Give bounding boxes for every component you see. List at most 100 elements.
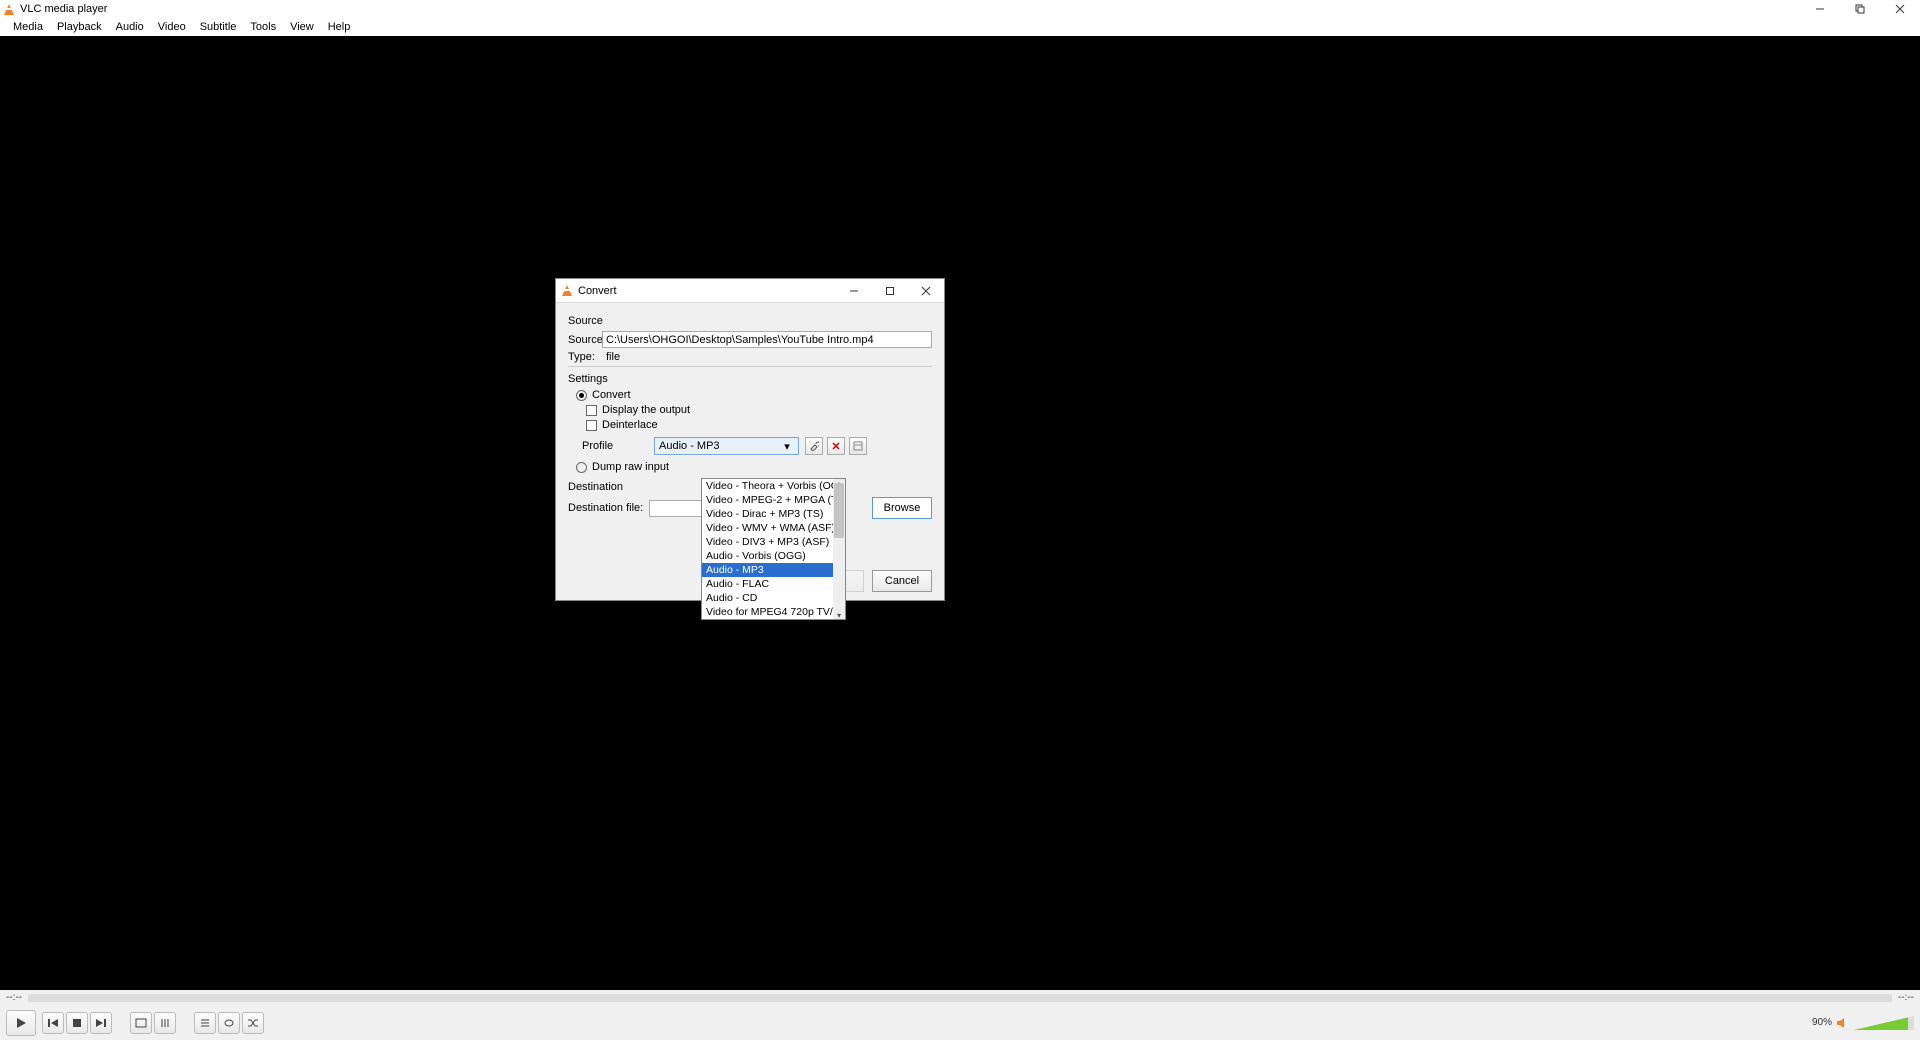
dialog-minimize-button[interactable] bbox=[836, 279, 872, 303]
dialog-window-controls bbox=[836, 279, 944, 303]
new-profile-button[interactable] bbox=[849, 437, 867, 455]
dropdown-scrollbar[interactable]: ▴ ▾ bbox=[833, 479, 845, 619]
seek-slider[interactable] bbox=[28, 994, 1892, 1002]
profile-option[interactable]: Video for MPEG4 720p TV/device bbox=[702, 605, 833, 619]
profile-selected-value: Audio - MP3 bbox=[659, 440, 720, 452]
volume-slider[interactable] bbox=[1854, 1016, 1914, 1030]
fullscreen-button[interactable] bbox=[130, 1012, 152, 1034]
extended-settings-button[interactable] bbox=[154, 1012, 176, 1034]
menu-subtitle[interactable]: Subtitle bbox=[193, 21, 244, 33]
source-label: Source: bbox=[568, 334, 602, 346]
stop-icon bbox=[72, 1018, 82, 1028]
profile-option[interactable]: Video - MPEG-2 + MPGA (TS) bbox=[702, 493, 833, 507]
playlist-icon bbox=[199, 1018, 211, 1028]
menu-playback[interactable]: Playback bbox=[50, 21, 109, 33]
chevron-down-icon: ▾ bbox=[780, 440, 794, 453]
convert-radio[interactable]: Convert bbox=[576, 389, 932, 401]
dialog-title: Convert bbox=[578, 285, 617, 297]
settings-section-label: Settings bbox=[568, 373, 932, 385]
dump-raw-radio[interactable]: Dump raw input bbox=[576, 461, 932, 473]
dialog-titlebar[interactable]: Convert bbox=[556, 279, 944, 303]
seek-row: --:-- --:-- bbox=[0, 990, 1920, 1005]
delete-profile-button[interactable]: ✕ bbox=[827, 437, 845, 455]
play-icon bbox=[15, 1017, 27, 1029]
main-window-controls bbox=[1800, 0, 1920, 18]
play-button[interactable] bbox=[6, 1010, 36, 1036]
radio-icon bbox=[576, 390, 587, 401]
radio-icon bbox=[576, 462, 587, 473]
profile-option[interactable]: Audio - Vorbis (OGG) bbox=[702, 549, 833, 563]
shuffle-button[interactable] bbox=[242, 1012, 264, 1034]
loop-icon bbox=[223, 1018, 235, 1028]
loop-button[interactable] bbox=[218, 1012, 240, 1034]
checkbox-icon bbox=[586, 405, 597, 416]
profile-option[interactable]: Audio - FLAC bbox=[702, 577, 833, 591]
browse-button[interactable]: Browse bbox=[872, 497, 932, 519]
vlc-cone-icon bbox=[562, 285, 574, 297]
player-controls: --:-- --:-- bbox=[0, 990, 1920, 1040]
speaker-icon[interactable] bbox=[1836, 1017, 1850, 1029]
menu-tools[interactable]: Tools bbox=[243, 21, 283, 33]
fullscreen-icon bbox=[135, 1018, 147, 1028]
profile-option[interactable]: Audio - CD bbox=[702, 591, 833, 605]
menu-view[interactable]: View bbox=[283, 21, 321, 33]
app-title: VLC media player bbox=[20, 3, 107, 15]
profile-option[interactable]: Video - Theora + Vorbis (OGG) bbox=[702, 479, 833, 493]
maximize-button[interactable] bbox=[1840, 0, 1880, 18]
profile-icon-buttons: ✕ bbox=[805, 437, 867, 455]
divider bbox=[568, 366, 932, 367]
shuffle-icon bbox=[247, 1018, 259, 1028]
previous-button[interactable] bbox=[42, 1012, 64, 1034]
destination-file-label: Destination file: bbox=[568, 502, 643, 514]
source-section-label: Source bbox=[568, 315, 932, 327]
close-button[interactable] bbox=[1880, 0, 1920, 18]
profile-option[interactable]: Video - Dirac + MP3 (TS) bbox=[702, 507, 833, 521]
checkbox-icon bbox=[586, 420, 597, 431]
display-output-label: Display the output bbox=[602, 404, 690, 416]
convert-dialog: Convert Source Source: Type: bbox=[555, 278, 945, 601]
volume-area: 90% bbox=[1812, 1016, 1914, 1030]
menu-audio[interactable]: Audio bbox=[109, 21, 151, 33]
menu-media[interactable]: Media bbox=[6, 21, 50, 33]
wrench-icon bbox=[809, 441, 819, 451]
cancel-button[interactable]: Cancel bbox=[872, 570, 932, 592]
new-icon bbox=[853, 441, 863, 451]
dump-raw-label: Dump raw input bbox=[592, 461, 669, 473]
convert-radio-label: Convert bbox=[592, 389, 631, 401]
x-icon: ✕ bbox=[831, 440, 840, 453]
dialog-maximize-button[interactable] bbox=[872, 279, 908, 303]
main-titlebar: VLC media player bbox=[0, 0, 1920, 18]
deinterlace-checkbox[interactable]: Deinterlace bbox=[586, 419, 932, 431]
previous-icon bbox=[47, 1018, 59, 1028]
playlist-button[interactable] bbox=[194, 1012, 216, 1034]
type-label: Type: bbox=[568, 351, 602, 363]
deinterlace-label: Deinterlace bbox=[602, 419, 658, 431]
vlc-cone-icon bbox=[4, 3, 16, 15]
video-area: Convert Source Source: Type: bbox=[0, 36, 1920, 990]
menu-help[interactable]: Help bbox=[321, 21, 358, 33]
dialog-body: Source Source: Type: file Settings Conve… bbox=[556, 303, 944, 600]
profile-label: Profile bbox=[582, 440, 654, 452]
next-button[interactable] bbox=[90, 1012, 112, 1034]
time-total: --:-- bbox=[1898, 992, 1914, 1003]
profile-select[interactable]: Audio - MP3 ▾ bbox=[654, 437, 799, 455]
profile-option[interactable]: Video - WMV + WMA (ASF) bbox=[702, 521, 833, 535]
source-input[interactable] bbox=[602, 331, 932, 348]
time-elapsed: --:-- bbox=[6, 992, 22, 1003]
next-icon bbox=[95, 1018, 107, 1028]
edit-profile-button[interactable] bbox=[805, 437, 823, 455]
cancel-button-label: Cancel bbox=[885, 575, 919, 587]
profile-option[interactable]: Audio - MP3 bbox=[702, 563, 833, 577]
menu-video[interactable]: Video bbox=[151, 21, 193, 33]
transport-row: 90% bbox=[0, 1005, 1920, 1040]
stop-button[interactable] bbox=[66, 1012, 88, 1034]
browse-button-label: Browse bbox=[884, 502, 921, 514]
menubar: Media Playback Audio Video Subtitle Tool… bbox=[0, 18, 1920, 36]
equalizer-icon bbox=[159, 1018, 171, 1028]
scroll-down-icon[interactable]: ▾ bbox=[833, 610, 845, 620]
profile-option[interactable]: Video - DIV3 + MP3 (ASF) bbox=[702, 535, 833, 549]
scrollbar-thumb[interactable] bbox=[834, 483, 844, 538]
dialog-close-button[interactable] bbox=[908, 279, 944, 303]
minimize-button[interactable] bbox=[1800, 0, 1840, 18]
display-output-checkbox[interactable]: Display the output bbox=[586, 404, 932, 416]
